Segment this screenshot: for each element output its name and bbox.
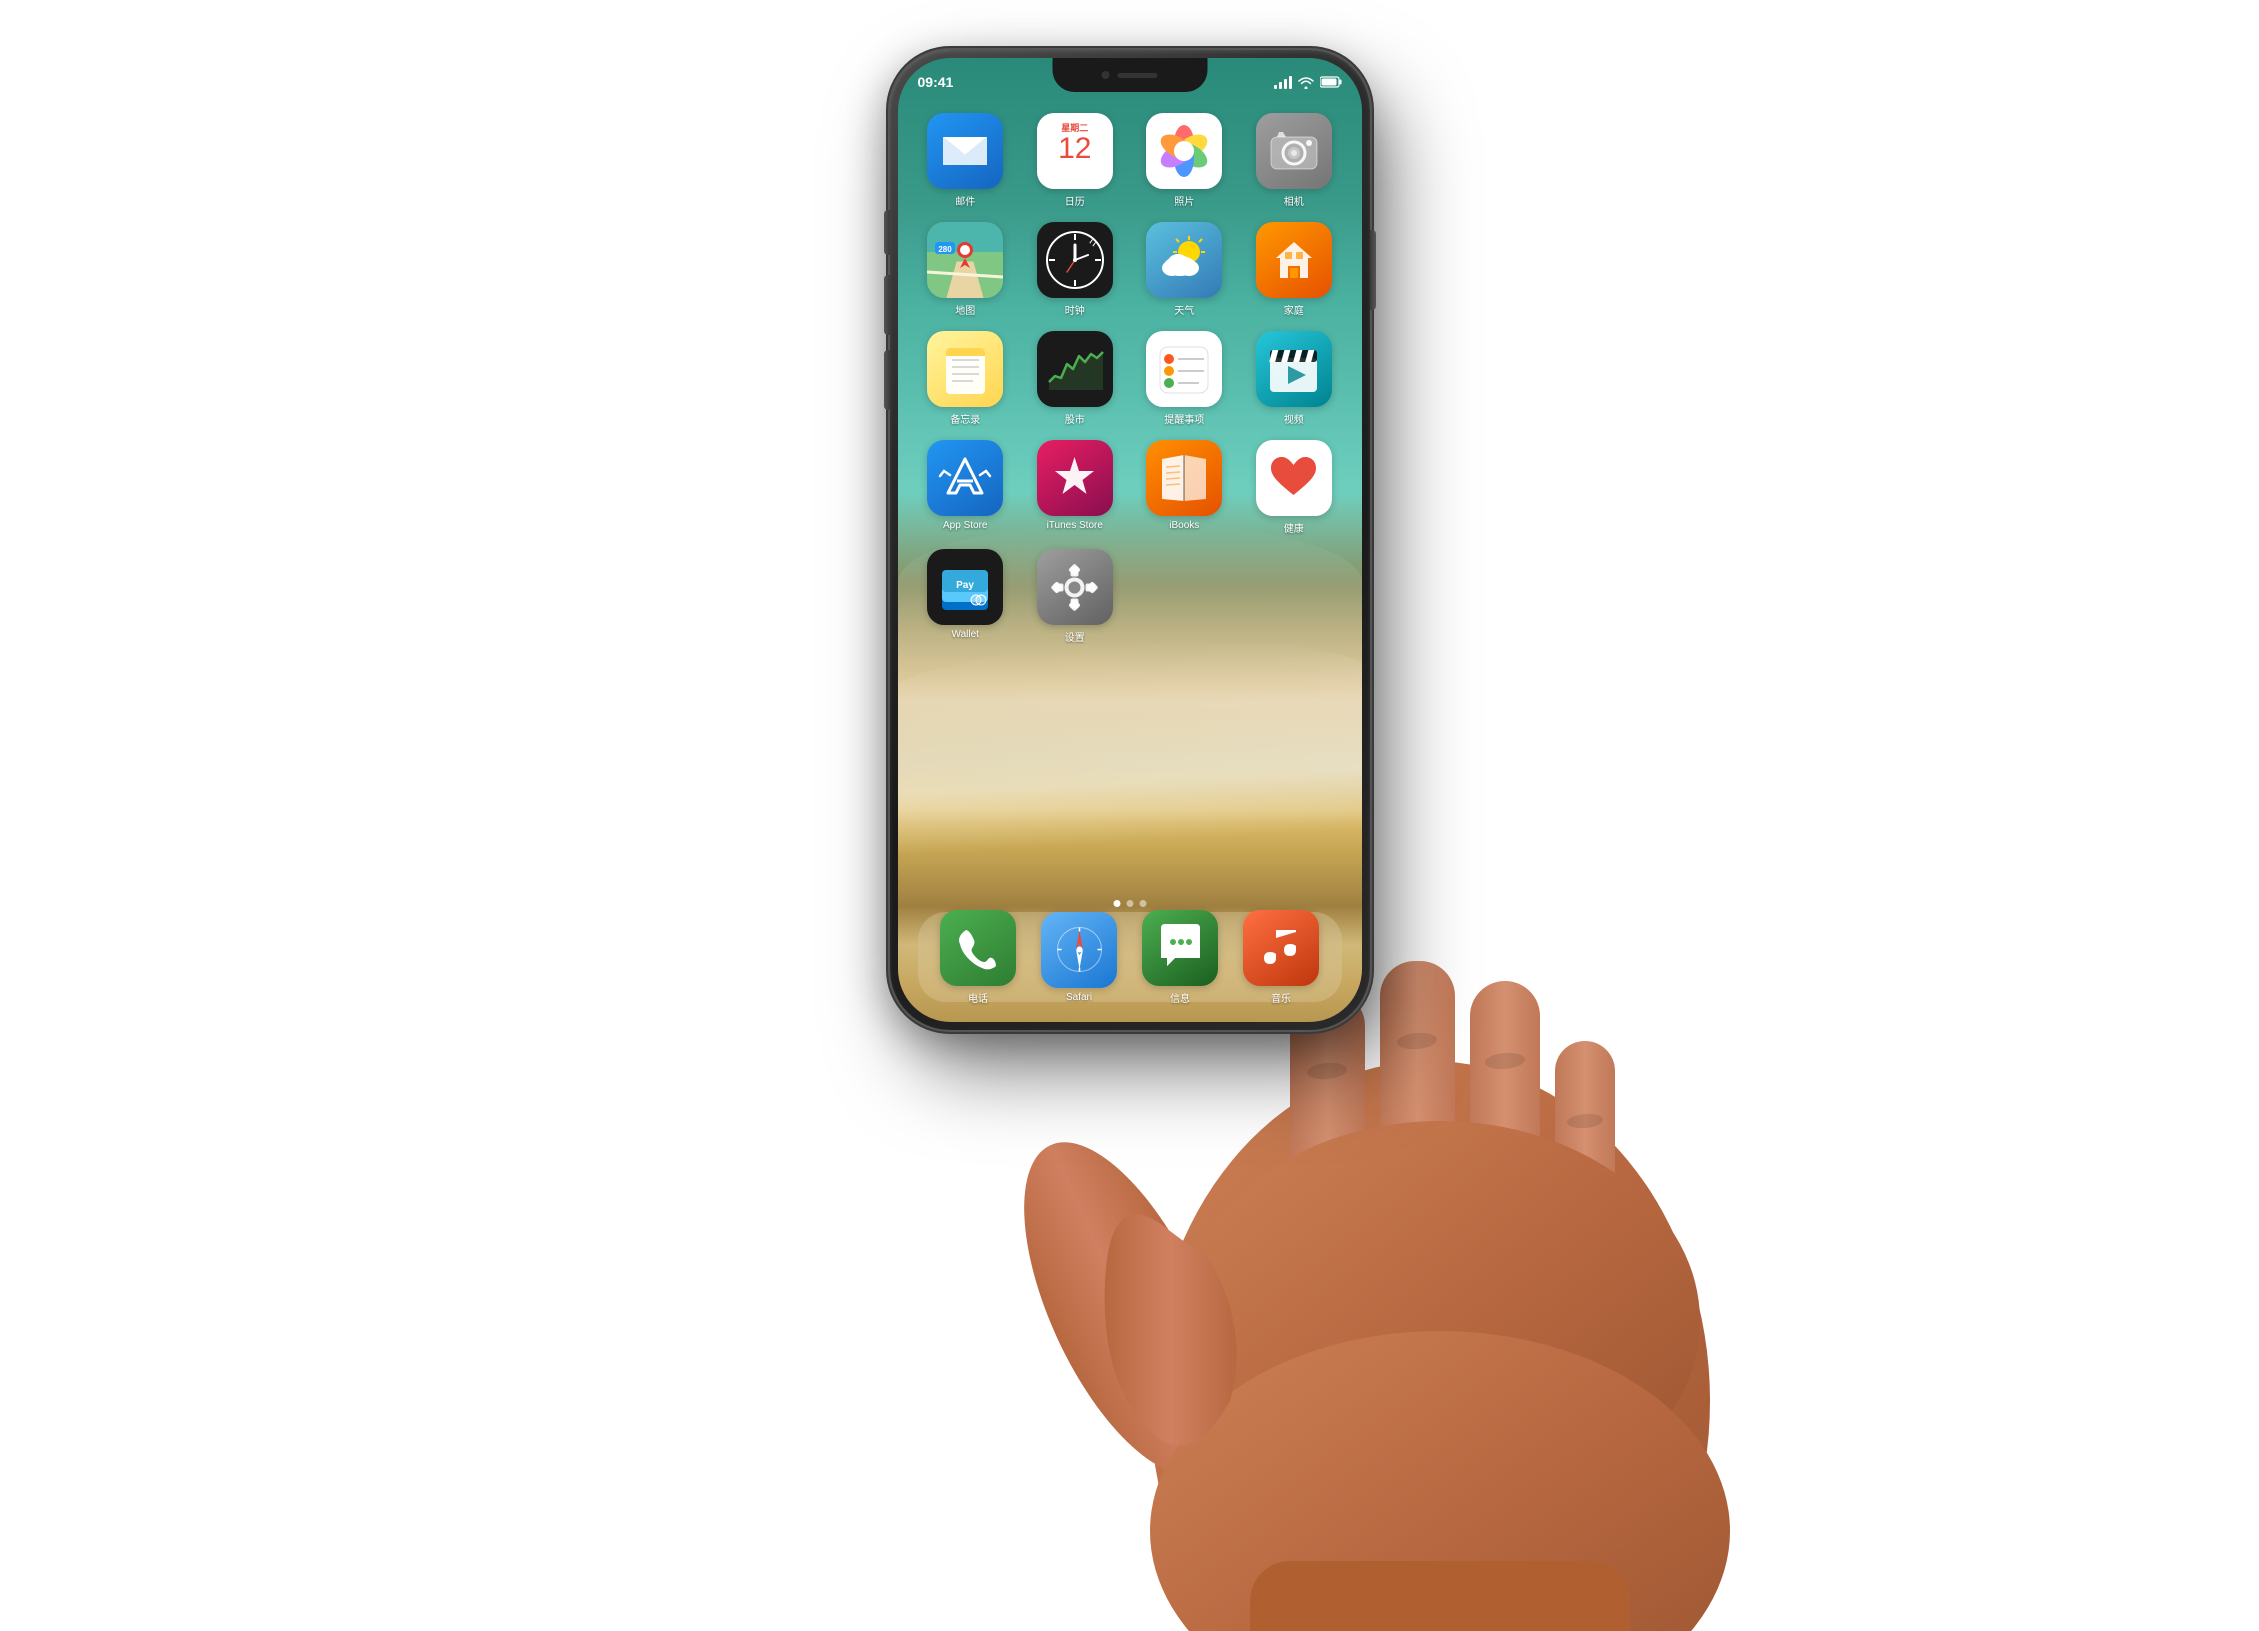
app-videos[interactable]: 视频 <box>1246 331 1342 426</box>
maps-icon-svg: 280 <box>927 222 1003 298</box>
photos-icon-svg <box>1154 121 1214 181</box>
app-stocks[interactable]: 股市 <box>1027 331 1123 426</box>
notes-icon-svg <box>938 342 993 397</box>
calendar-label: 日历 <box>1065 193 1085 208</box>
calendar-date: 12 <box>1058 134 1091 164</box>
app-home[interactable]: 家庭 <box>1246 222 1342 317</box>
wallet-label: Wallet <box>952 629 979 640</box>
maps-label: 地图 <box>955 302 975 317</box>
appstore-icon-svg <box>938 451 993 506</box>
volume-up-button[interactable] <box>884 275 890 335</box>
music-icon-svg <box>1256 920 1306 975</box>
settings-label: 设置 <box>1065 629 1085 644</box>
page-dot-2[interactable] <box>1126 900 1133 907</box>
battery-icon <box>1320 76 1342 88</box>
app-notes[interactable]: 备忘录 <box>918 331 1014 426</box>
status-icons <box>1274 76 1342 89</box>
dock-messages-label: 信息 <box>1170 990 1190 1005</box>
app-maps[interactable]: 280 地图 <box>918 222 1014 317</box>
power-button[interactable] <box>1370 230 1376 310</box>
notch <box>1052 58 1207 92</box>
itunes-icon-svg <box>1047 451 1102 506</box>
ibooks-label: iBooks <box>1169 520 1199 531</box>
app-settings[interactable]: 设置 <box>1027 549 1123 644</box>
wallet-icon-svg: Pay <box>936 562 994 612</box>
phone-call-icon <box>954 924 1002 972</box>
reminders-label: 提醒事项 <box>1164 411 1204 426</box>
safari-icon-svg <box>1052 922 1107 977</box>
app-reminders[interactable]: 提醒事项 <box>1137 331 1233 426</box>
dock-messages[interactable]: 信息 <box>1142 910 1218 1005</box>
dock-safari-label: Safari <box>1066 992 1092 1003</box>
videos-icon-svg <box>1266 344 1321 394</box>
wave-2 <box>898 629 1362 855</box>
dock: 电话 <box>918 912 1342 1002</box>
mail-label: 邮件 <box>955 193 975 208</box>
weather-icon-svg <box>1154 230 1214 290</box>
health-icon-svg <box>1266 451 1321 506</box>
dock-music-label: 音乐 <box>1271 990 1291 1005</box>
signal-icon <box>1274 76 1292 89</box>
scene: 09:41 <box>0 0 2259 1631</box>
settings-icon-svg <box>1047 560 1102 615</box>
app-calendar[interactable]: 星期二 12 日历 <box>1027 113 1123 208</box>
clock-icon-svg <box>1045 230 1105 290</box>
app-wallet[interactable]: Pay Wallet <box>918 549 1014 644</box>
app-camera[interactable]: 相机 <box>1246 113 1342 208</box>
health-label: 健康 <box>1284 520 1304 535</box>
stocks-icon-svg <box>1045 344 1105 394</box>
weather-label: 天气 <box>1174 302 1194 317</box>
mute-switch[interactable] <box>884 210 890 255</box>
app-health[interactable]: 健康 <box>1246 440 1342 535</box>
app-weather[interactable]: 天气 <box>1137 222 1233 317</box>
app-ibooks[interactable]: iBooks <box>1137 440 1233 535</box>
wifi-icon <box>1298 76 1314 89</box>
camera-label: 相机 <box>1284 193 1304 208</box>
clock-label: 时钟 <box>1065 302 1085 317</box>
app-mail[interactable]: 邮件 <box>918 113 1014 208</box>
home-icon-svg <box>1268 234 1320 286</box>
dock-safari[interactable]: Safari <box>1041 912 1117 1003</box>
ibooks-icon-svg <box>1158 451 1210 506</box>
app-photos[interactable]: 照片 <box>1137 113 1233 208</box>
volume-down-button[interactable] <box>884 350 890 410</box>
videos-label: 视频 <box>1284 411 1304 426</box>
app-clock[interactable]: 时钟 <box>1027 222 1123 317</box>
status-time: 09:41 <box>918 74 954 90</box>
page-dots <box>1113 900 1146 907</box>
app-itunes[interactable]: iTunes Store <box>1027 440 1123 535</box>
svg-text:280: 280 <box>939 245 953 254</box>
dock-phone[interactable]: 电话 <box>940 910 1016 1005</box>
front-camera <box>1102 71 1110 79</box>
notes-label: 备忘录 <box>950 411 980 426</box>
appstore-label: App Store <box>943 520 987 531</box>
stocks-label: 股市 <box>1065 411 1085 426</box>
phone-device: 09:41 <box>890 50 1370 1030</box>
app-grid: 邮件 星期二 12 日历 <box>918 113 1342 644</box>
page-dot-1[interactable] <box>1113 900 1120 907</box>
mail-icon-svg <box>941 133 989 169</box>
photos-label: 照片 <box>1174 193 1194 208</box>
page-dot-3[interactable] <box>1139 900 1146 907</box>
home-label: 家庭 <box>1284 302 1304 317</box>
speaker <box>1118 73 1158 78</box>
dock-phone-label: 电话 <box>968 990 988 1005</box>
camera-icon-svg <box>1269 129 1319 173</box>
phone-screen: 09:41 <box>898 58 1362 1022</box>
messages-icon-svg <box>1153 920 1208 975</box>
dock-music[interactable]: 音乐 <box>1243 910 1319 1005</box>
svg-text:Pay: Pay <box>956 580 974 591</box>
reminders-icon-svg <box>1154 339 1214 399</box>
app-appstore[interactable]: App Store <box>918 440 1014 535</box>
phone-body: 09:41 <box>890 50 1370 1030</box>
itunes-label: iTunes Store <box>1047 520 1103 531</box>
